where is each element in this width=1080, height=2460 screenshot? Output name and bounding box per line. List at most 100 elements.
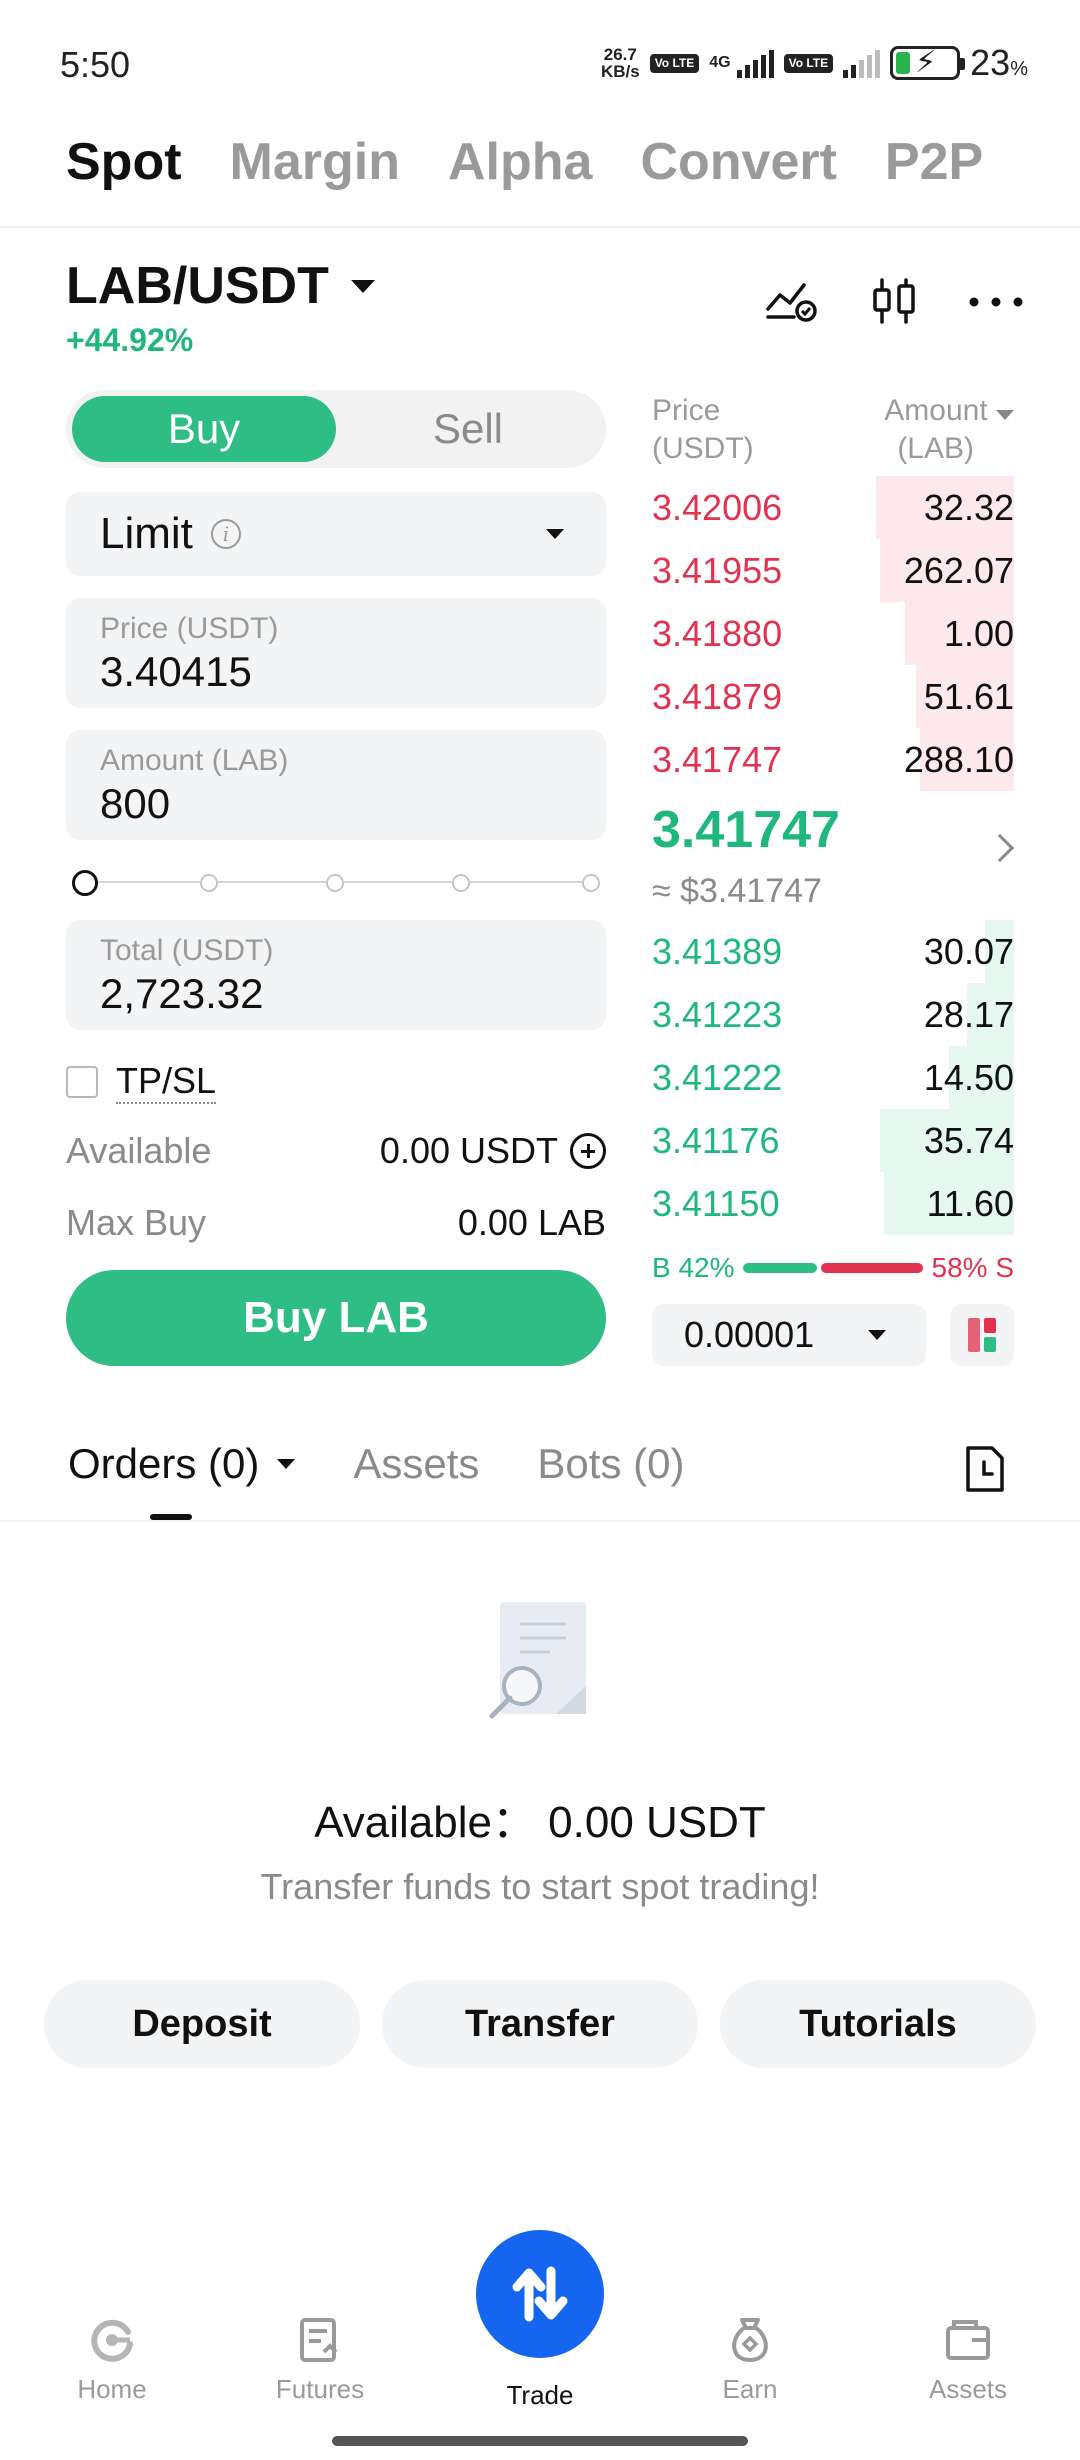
quick-actions: Deposit Transfer Tutorials: [44, 1980, 1036, 2068]
tab-p2p[interactable]: P2P: [885, 132, 983, 192]
slider-handle[interactable]: [72, 870, 98, 896]
home-icon: [22, 2306, 202, 2366]
sell-ratio-label: 58% S: [931, 1252, 1015, 1283]
tab-spot[interactable]: Spot: [66, 132, 182, 192]
pair-actions: [764, 276, 1024, 331]
total-field[interactable]: Total (USDT) 2,723.32: [66, 920, 606, 1030]
trade-arrows-icon: [512, 2266, 568, 2322]
nav-trade-button[interactable]: [476, 2230, 604, 2358]
ask-row[interactable]: 3.41880 1.00: [652, 602, 1014, 665]
nav-futures[interactable]: Futures: [230, 2306, 410, 2405]
orderbook-layout-button[interactable]: [950, 1304, 1014, 1366]
slider-stop-50[interactable]: [326, 874, 344, 892]
buy-sell-toggle: Buy Sell: [66, 390, 606, 468]
tpsl-label: TP/SL: [116, 1060, 217, 1104]
amount-field-value[interactable]: 800: [100, 780, 572, 828]
chevron-right-icon[interactable]: [985, 833, 1015, 863]
pair-name: LAB/USDT: [66, 257, 329, 315]
buy-sell-ratio: B 42% 58% S: [652, 1252, 1014, 1284]
amount-field-label: Amount (LAB): [100, 744, 289, 777]
price-field[interactable]: Price (USDT) 3.40415: [66, 598, 606, 708]
slider-stop-100[interactable]: [582, 874, 600, 892]
futures-icon: [230, 2306, 410, 2366]
bid-row[interactable]: 3.41150 11.60: [652, 1172, 1014, 1235]
tutorials-button[interactable]: Tutorials: [720, 1980, 1036, 2068]
nav-assets[interactable]: Assets: [878, 2306, 1058, 2405]
status-icons: 26.7 KB/s Vo LTE 4G Vo LTE ⚡ 23%: [601, 42, 1028, 84]
info-icon[interactable]: i: [210, 519, 241, 549]
chevron-down-icon: [996, 410, 1014, 420]
tick-size-select[interactable]: 0.00001: [652, 1304, 926, 1366]
bid-row[interactable]: 3.41389 30.07: [652, 920, 1014, 983]
slider-stop-75[interactable]: [452, 874, 470, 892]
volte-icon: Vo LTE: [649, 53, 700, 73]
buy-ratio-label: B 42%: [652, 1252, 735, 1283]
amount-field[interactable]: Amount (LAB) 800: [66, 730, 606, 840]
bid-row[interactable]: 3.41222 14.50: [652, 1046, 1014, 1109]
tab-convert[interactable]: Convert: [640, 132, 836, 192]
last-price[interactable]: 3.41747: [652, 800, 840, 860]
network-speed: 26.7 KB/s: [600, 45, 640, 81]
available-value: 0.00 USDT: [379, 1130, 558, 1171]
deposit-button[interactable]: Deposit: [44, 1980, 360, 2068]
signal-icon-2: [843, 48, 881, 78]
tab-alpha[interactable]: Alpha: [448, 132, 592, 192]
ratio-sell-bar: [820, 1263, 924, 1273]
tab-margin[interactable]: Margin: [230, 132, 400, 192]
price-alert-icon[interactable]: [764, 279, 820, 328]
total-field-value[interactable]: 2,723.32: [100, 970, 572, 1018]
orderbook-price-header: Price (USDT): [652, 394, 754, 465]
total-field-label: Total (USDT): [100, 934, 274, 967]
more-icon[interactable]: [968, 295, 1024, 313]
buy-lab-button[interactable]: Buy LAB: [66, 1270, 606, 1366]
chevron-down-icon: [546, 529, 564, 539]
orders-tabs: Orders (0) Assets Bots (0): [68, 1440, 684, 1488]
order-history-icon[interactable]: [962, 1444, 1008, 1499]
status-bar: 5:50 26.7 KB/s Vo LTE 4G Vo LTE ⚡ 23%: [0, 0, 1080, 120]
buy-tab[interactable]: Buy: [72, 396, 336, 462]
tab-bots[interactable]: Bots (0): [537, 1440, 684, 1488]
tpsl-option[interactable]: TP/SL: [66, 1060, 217, 1104]
ask-row[interactable]: 3.41879 51.61: [652, 665, 1014, 728]
amount-slider[interactable]: [72, 870, 604, 896]
signal-icon: [736, 48, 774, 78]
orderbook-bids: 3.41389 30.07 3.41223 28.17 3.41222 14.5…: [652, 920, 1014, 1235]
price-field-value[interactable]: 3.40415: [100, 648, 572, 696]
ask-row[interactable]: 3.41747 288.10: [652, 728, 1014, 791]
max-buy-value: 0.00 LAB: [457, 1202, 606, 1243]
bid-row[interactable]: 3.41223 28.17: [652, 983, 1014, 1046]
bid-row[interactable]: 3.41176 35.74: [652, 1109, 1014, 1172]
ratio-bar: [742, 1263, 924, 1273]
nav-earn[interactable]: Earn: [660, 2306, 840, 2405]
last-price-usd: ≈ $3.41747: [652, 872, 822, 910]
add-funds-icon[interactable]: [570, 1133, 606, 1169]
tpsl-checkbox[interactable]: [66, 1066, 98, 1098]
ratio-buy-bar: [742, 1263, 817, 1273]
candlestick-chart-icon[interactable]: [870, 276, 918, 331]
nav-home[interactable]: Home: [22, 2306, 202, 2405]
tick-size-value: 0.00001: [684, 1314, 815, 1355]
sell-tab[interactable]: Sell: [336, 396, 600, 462]
tab-orders[interactable]: Orders (0): [68, 1440, 296, 1488]
ask-row[interactable]: 3.41955 262.07: [652, 539, 1014, 602]
home-indicator[interactable]: [332, 2436, 748, 2446]
empty-hint: Transfer funds to start spot trading!: [260, 1866, 820, 1907]
divider: [0, 1520, 1080, 1522]
ask-row[interactable]: 3.42006 32.32: [652, 476, 1014, 539]
slider-stop-25[interactable]: [200, 874, 218, 892]
pair-selector[interactable]: LAB/USDT: [66, 256, 375, 316]
tab-assets[interactable]: Assets: [353, 1440, 479, 1488]
nav-trade-label[interactable]: Trade: [440, 2380, 640, 2411]
orderbook-amount-header[interactable]: Amount (LAB): [884, 392, 1014, 468]
status-time: 5:50: [60, 44, 131, 85]
max-buy-label: Max Buy: [66, 1202, 207, 1243]
pair-change: +44.92%: [66, 322, 194, 358]
max-buy-row: Max Buy 0.00 LAB: [66, 1202, 606, 1244]
bottom-nav: Home Futures Trade Earn Assets: [0, 2220, 1080, 2460]
price-field-label: Price (USDT): [100, 612, 279, 645]
chevron-down-icon: [277, 1459, 296, 1469]
available-label: Available: [66, 1130, 212, 1171]
chevron-down-icon: [350, 279, 375, 293]
order-type-select[interactable]: Limit i: [66, 492, 606, 576]
transfer-button[interactable]: Transfer: [382, 1980, 698, 2068]
